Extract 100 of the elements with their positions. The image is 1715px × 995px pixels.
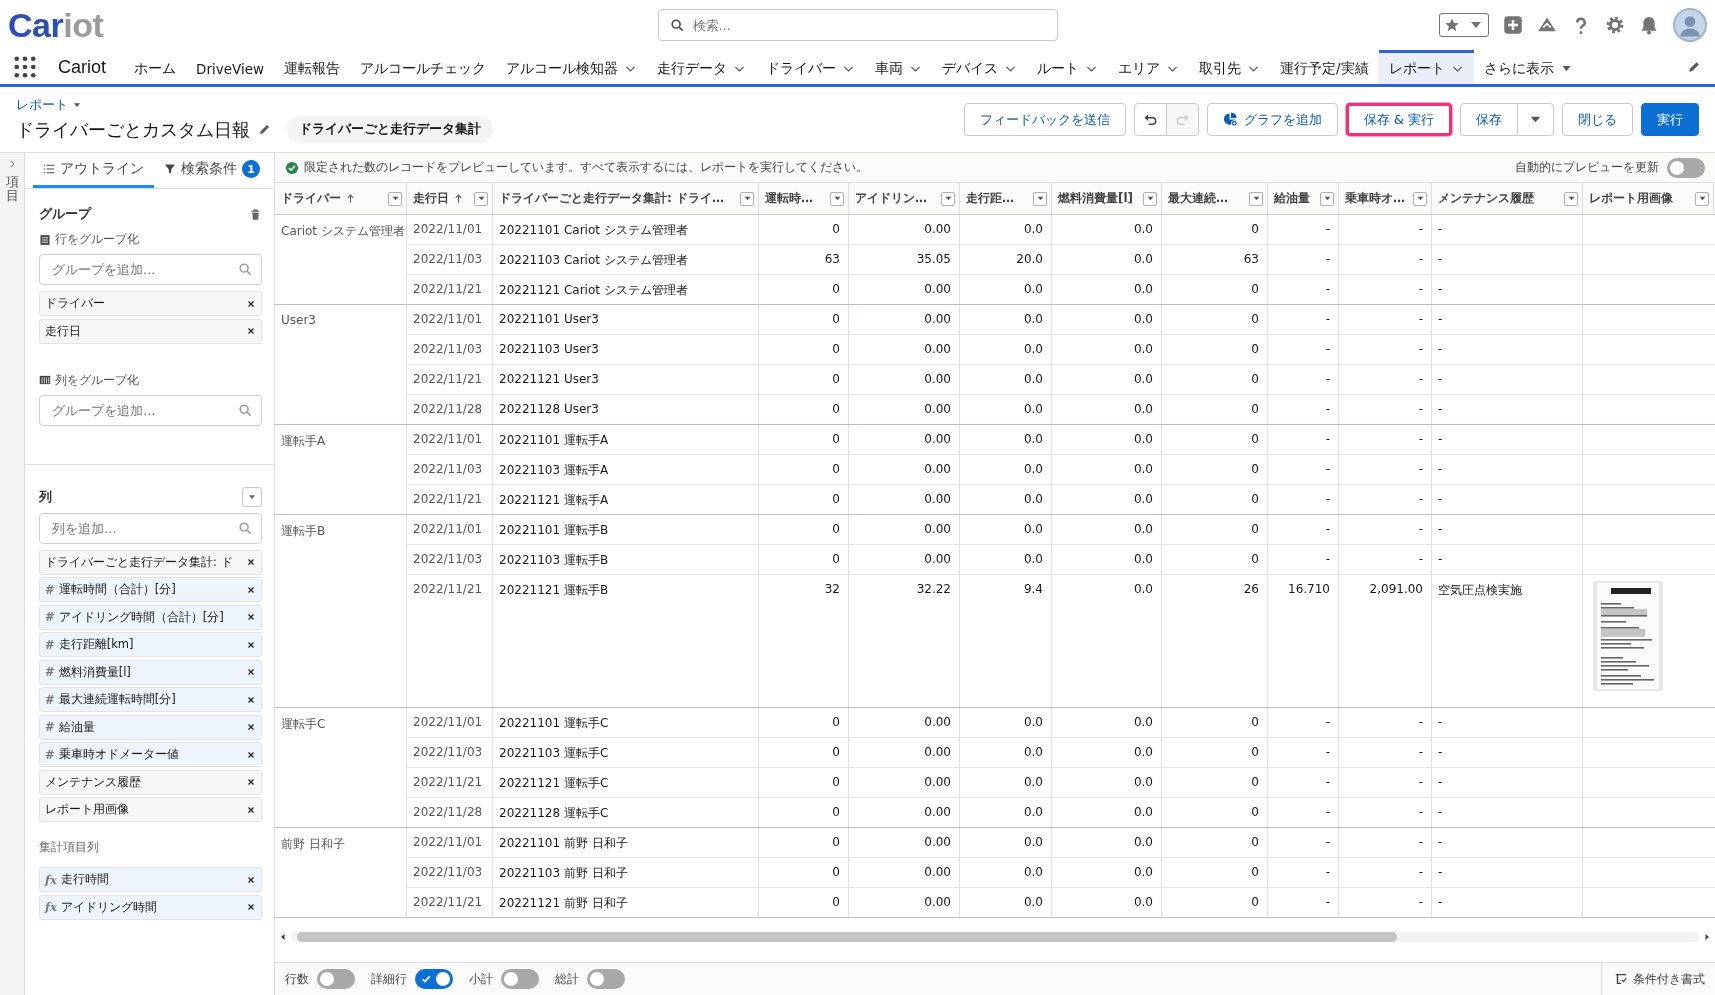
nav-tab[interactable]: 運転報告 — [274, 50, 351, 84]
panel-tab[interactable]: アウトライン — [33, 153, 154, 188]
logo[interactable]: Cariot — [8, 8, 104, 42]
nav-tab[interactable]: エリア — [1108, 50, 1190, 84]
close-icon[interactable] — [246, 777, 256, 787]
column-header[interactable]: 走行距… — [960, 183, 1052, 214]
column-chip[interactable]: メンテナンス履歴 — [39, 769, 262, 795]
dropdown-button[interactable] — [242, 486, 262, 507]
column-chip[interactable]: # 最大連続運転時間[分] — [39, 687, 262, 712]
column-header[interactable]: メンテナンス履歴 — [1432, 183, 1583, 214]
column-chip[interactable]: # 燃料消費量[l] — [39, 659, 262, 685]
avatar[interactable] — [1673, 8, 1707, 42]
nav-tab[interactable]: 運行予定/実績 — [1270, 50, 1379, 84]
more-tab[interactable]: さらに表示 — [1473, 50, 1583, 84]
column-chip[interactable]: # 走行距離[km] — [39, 632, 262, 657]
pencil-icon[interactable] — [1687, 60, 1701, 74]
close-icon[interactable] — [246, 902, 256, 912]
scrollbar-thumb[interactable] — [297, 932, 1397, 942]
nav-tab[interactable]: ルート — [1027, 50, 1109, 84]
column-chip[interactable]: # 運転時間（合計）[分] — [39, 577, 262, 602]
nav-tab[interactable]: ホーム — [124, 50, 186, 84]
nav-tab[interactable]: 車両 — [865, 50, 933, 84]
close-icon[interactable] — [246, 804, 256, 815]
bell-icon[interactable] — [1639, 15, 1659, 35]
filter-button[interactable] — [740, 191, 754, 206]
column-header[interactable]: 走行日 — [407, 183, 493, 214]
search-field[interactable]: 列を追加... — [39, 512, 262, 544]
close-icon[interactable] — [246, 667, 256, 677]
group-chip[interactable]: 走行日 — [39, 318, 262, 344]
column-chip[interactable]: fx 走行時間 — [39, 867, 262, 892]
column-header[interactable]: 乗車時オ… — [1339, 183, 1432, 214]
nav-tab[interactable]: ドライバー — [756, 50, 866, 84]
pencil-icon[interactable] — [258, 123, 271, 136]
nav-tab[interactable]: 走行データ — [647, 50, 757, 84]
column-chip[interactable]: レポート用画像 — [39, 797, 262, 822]
close-icon[interactable] — [246, 694, 256, 705]
toggle-switch[interactable] — [1667, 157, 1705, 178]
close-icon[interactable] — [246, 874, 256, 885]
nav-tab[interactable]: アルコール検知器 — [496, 50, 648, 84]
conditional-format-button[interactable]: 条件付き書式 — [1601, 963, 1705, 995]
group-chip[interactable]: ドライバー — [39, 291, 262, 316]
close-icon[interactable] — [246, 584, 256, 595]
filter-button[interactable] — [941, 191, 955, 206]
column-header[interactable]: 給油量 — [1268, 183, 1339, 214]
close-icon[interactable] — [246, 722, 256, 732]
column-chip[interactable]: fx アイドリング時間 — [39, 894, 262, 920]
search-field[interactable]: 検索... — [657, 9, 1058, 41]
column-header[interactable]: レポート用画像 — [1583, 183, 1714, 214]
chevron-right-icon[interactable] — [7, 159, 17, 169]
scroll-left-icon[interactable] — [279, 933, 287, 941]
filter-button[interactable] — [1249, 191, 1263, 206]
nav-tab[interactable]: DriveView — [186, 50, 275, 84]
column-header[interactable]: 燃料消費量[l] — [1052, 183, 1162, 214]
search-field[interactable]: グループを追加... — [39, 254, 262, 285]
action-button[interactable]: フィードバックを送信 — [963, 103, 1126, 136]
column-header[interactable]: 最大連続… — [1162, 183, 1268, 214]
nav-tab[interactable]: レポート — [1378, 50, 1474, 84]
nav-tab[interactable]: デバイス — [932, 50, 1028, 84]
filter-button[interactable] — [830, 191, 844, 206]
column-header[interactable]: 運転時… — [759, 183, 849, 214]
column-chip[interactable]: # アイドリング時間（合計）[分] — [39, 604, 262, 630]
toggle-switch[interactable] — [501, 969, 539, 989]
filter-button[interactable] — [388, 191, 402, 206]
action-button[interactable]: 閉じる — [1562, 103, 1633, 136]
nav-tab[interactable]: 取引先 — [1189, 50, 1271, 84]
filter-button[interactable] — [1564, 191, 1578, 206]
scroll-right-icon[interactable] — [1703, 933, 1711, 941]
filter-button[interactable] — [1413, 191, 1427, 206]
filter-button[interactable] — [1033, 191, 1047, 206]
column-chip[interactable]: # 給油量 — [39, 714, 262, 740]
undo-button[interactable] — [1133, 103, 1167, 136]
close-icon[interactable] — [246, 326, 256, 336]
search-field[interactable]: グループを追加... — [39, 394, 262, 426]
column-chip[interactable]: ドライバーごと走行データ集計: ド — [39, 549, 262, 575]
add-chart-button[interactable]: グラフを追加 — [1206, 103, 1338, 136]
app-launcher-icon[interactable] — [14, 56, 36, 78]
toggle-switch[interactable] — [317, 969, 355, 989]
close-icon[interactable] — [246, 557, 256, 567]
settings-icon[interactable] — [1605, 15, 1625, 35]
plus-icon[interactable] — [1503, 15, 1523, 35]
action-button[interactable]: 保存 & 実行 — [1345, 103, 1452, 136]
filter-button[interactable] — [1320, 191, 1334, 206]
toggle-switch[interactable] — [415, 969, 453, 989]
filter-button[interactable] — [474, 191, 488, 206]
nav-tab[interactable]: アルコールチェック — [350, 50, 497, 84]
column-header[interactable]: アイドリン… — [849, 183, 960, 214]
close-icon[interactable] — [246, 749, 256, 760]
trash-icon[interactable] — [249, 207, 262, 221]
close-icon[interactable] — [246, 639, 256, 650]
toggle-switch[interactable] — [587, 969, 625, 989]
filter-button[interactable] — [1143, 191, 1157, 206]
column-header[interactable]: ドライバー — [275, 183, 407, 214]
close-icon[interactable] — [246, 298, 256, 309]
panel-tab[interactable]: 検索条件 1 — [154, 153, 270, 188]
run-button[interactable]: 実行 — [1641, 103, 1699, 136]
filter-button[interactable] — [1695, 191, 1709, 206]
column-header[interactable]: ドライバーごと走行データ集計: ドライ… — [493, 183, 759, 214]
panel-label[interactable]: 項目 — [5, 175, 19, 204]
breadcrumb-link[interactable]: レポート — [16, 96, 68, 114]
save-button[interactable]: 保存 — [1460, 103, 1518, 136]
